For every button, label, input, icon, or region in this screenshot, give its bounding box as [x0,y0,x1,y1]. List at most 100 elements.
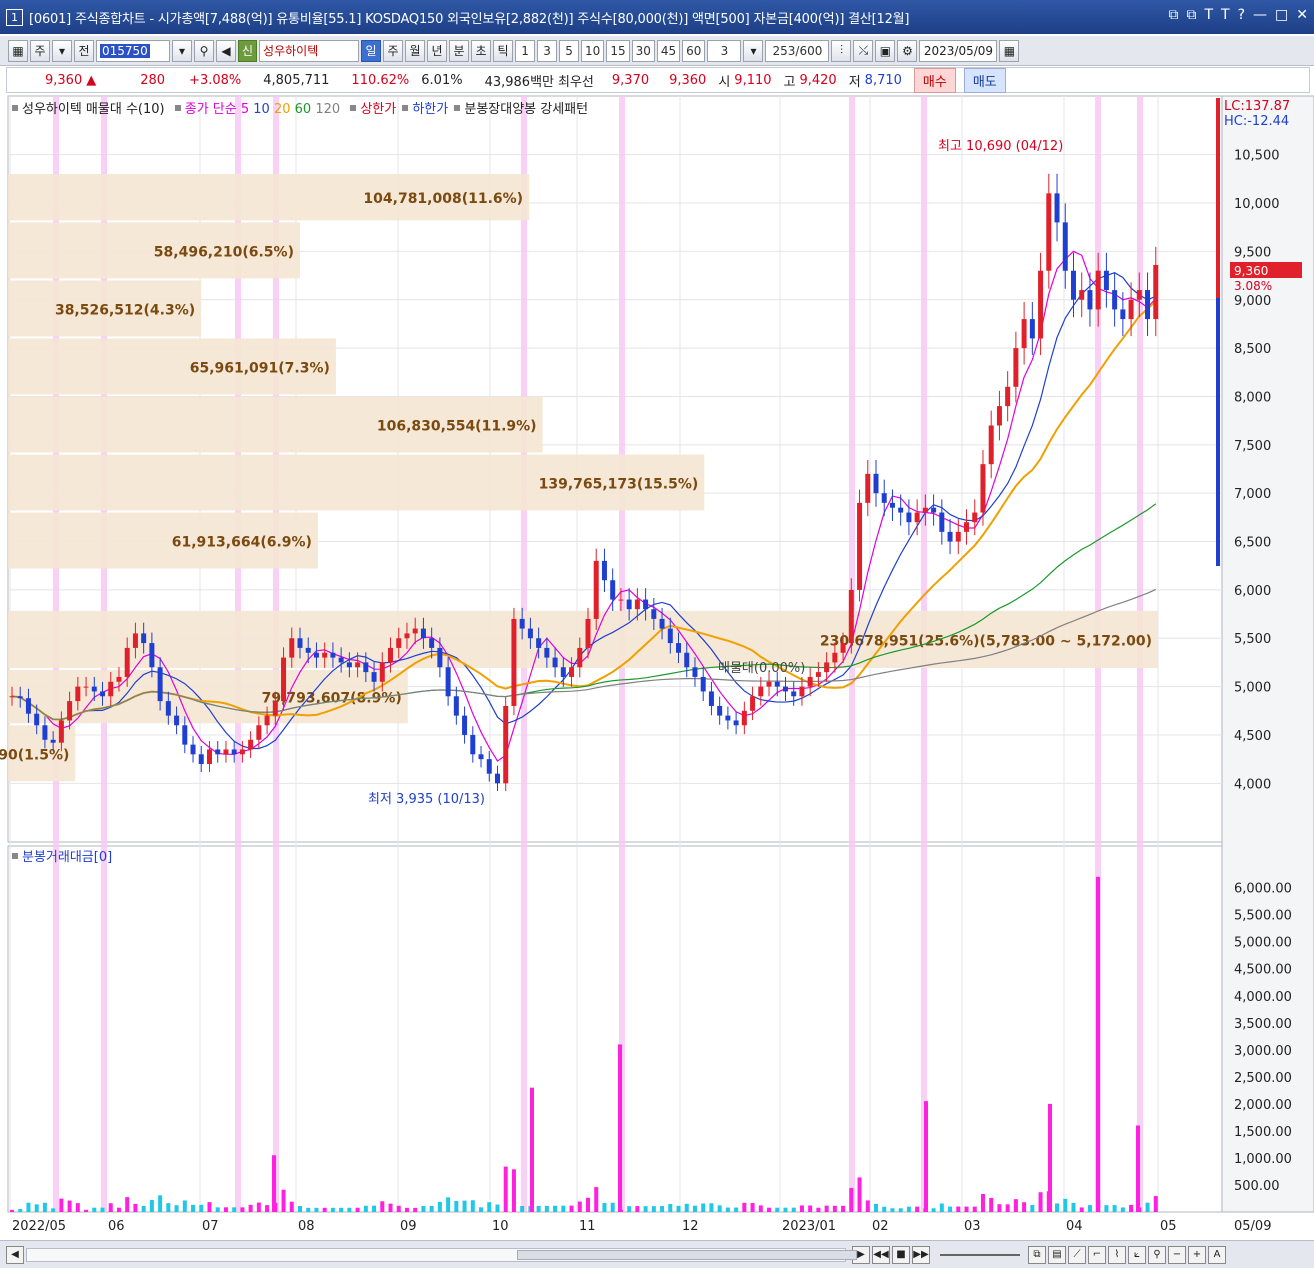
volume-bar [511,1169,516,1212]
interval-60[interactable]: 60 [682,39,706,62]
price-legend: 성우하이텍 매물대 수(10) 종가 단순 5 10 20 60 120 상한가… [10,98,588,117]
candle-body [939,512,945,532]
interval-1[interactable]: 1 [515,39,536,62]
candle-icon[interactable]: ⫶ [831,39,852,62]
volume-bar [116,1207,121,1212]
horizontal-scrollbar[interactable] [26,1247,857,1262]
stock-name: 성우하이텍 [259,39,360,62]
tool-icon-2[interactable]: ▤ [1048,1245,1066,1264]
period-day[interactable]: 일 [361,39,382,62]
count-input[interactable]: 253/600 [765,39,830,62]
x-tick-label: 08 [298,1219,315,1234]
zoom-icon[interactable]: ⚲ [1148,1245,1166,1264]
search-icon[interactable]: ⚲ [194,39,214,62]
y-tick-label: 7,000 [1234,487,1271,502]
legend-ma20[interactable]: 20 [274,102,291,117]
scroll-thumb[interactable] [517,1249,857,1260]
draw-tool-icon[interactable]: ⤯ [853,39,874,62]
period-week[interactable]: 주 [383,39,404,62]
date-input[interactable]: 2023/05/09 [919,39,998,62]
volume-bar [791,1207,796,1212]
volume-bar [857,1177,862,1212]
volume-bar [240,1207,245,1212]
cascade-icon[interactable]: ⧉ [1186,7,1196,23]
maximize-icon[interactable]: □ [1275,7,1288,23]
candle-body [355,662,361,668]
speaker-icon[interactable]: ◀ [216,39,236,62]
tool-icon-6[interactable]: ⟀ [1128,1245,1146,1264]
pin-icon[interactable]: T [1204,7,1213,23]
interval-3[interactable]: 3 [537,39,558,62]
x-tick-label: 07 [202,1219,219,1234]
forward-icon[interactable]: ▶▶ [912,1245,930,1264]
chart-area[interactable]: 10,500 10,000 9,500 9,000 8,500 8,000 7,500 7,0… [0,94,1314,1242]
open-price: 9,110 [734,72,772,88]
gear-icon[interactable]: ⚙ [897,39,918,62]
candle-body [165,701,171,716]
buy-button[interactable]: 매수 [913,67,956,93]
legend-volume-amount[interactable]: 분봉거래대금[0] [22,850,112,865]
interval-45[interactable]: 45 [656,39,681,62]
volume-bar [997,1204,1002,1212]
candle-body [972,512,978,523]
period-tick[interactable]: 틱 [493,39,514,62]
zoom-slider[interactable] [940,1253,1020,1256]
period-minute[interactable]: 분 [449,39,470,62]
interval-15[interactable]: 15 [606,39,630,62]
market-select[interactable]: 주 [30,39,50,62]
legend-ma10[interactable]: 10 [253,102,270,117]
stop-icon[interactable]: ■ [892,1245,910,1264]
prev-button[interactable]: 전 [74,39,94,62]
legend-ma120[interactable]: 120 [315,102,340,117]
candle-body [404,633,410,639]
candle-body [198,754,204,764]
volume-bar [59,1198,64,1212]
legend-volume-profile[interactable]: 성우하이텍 매물대 수(10) [22,102,165,117]
tool-icon-4[interactable]: ⌐ [1088,1245,1106,1264]
interval-5[interactable]: 5 [559,39,580,62]
period-month[interactable]: 월 [405,39,426,62]
stock-code-input[interactable]: 015750 [96,39,170,62]
minus-icon[interactable]: − [1168,1245,1186,1264]
close-icon[interactable]: ✕ [1296,7,1308,23]
interval-10[interactable]: 10 [581,39,605,62]
font-icon[interactable]: T [1221,7,1230,23]
legend-upper[interactable]: 상한가 [360,102,396,117]
low-price: 8,710 [864,72,902,88]
volume-bar [972,1206,977,1212]
bid-price: 9,360 [669,72,707,88]
volume-bar [594,1187,599,1212]
stock-chart[interactable]: 10,500 10,000 9,500 9,000 8,500 8,000 7,500 7,0… [0,94,1314,1242]
plus-icon[interactable]: + [1188,1245,1206,1264]
layout-icon[interactable]: ▦ [8,39,28,62]
tool-icon-5[interactable]: ⌇ [1108,1245,1126,1264]
text-icon[interactable]: A [1208,1245,1226,1264]
rewind-icon[interactable]: ◀◀ [872,1245,890,1264]
tool-icon-1[interactable]: ⧉ [1028,1245,1046,1264]
help-icon[interactable]: ? [1238,7,1245,23]
sell-button[interactable]: 매도 [963,67,1006,93]
minimize-icon[interactable]: — [1253,7,1267,23]
interval-30[interactable]: 30 [631,39,655,62]
candle-body [1021,319,1027,349]
scroll-left-icon[interactable]: ◀ [6,1245,24,1264]
code-dropdown-icon[interactable]: ▾ [172,39,192,62]
period-year[interactable]: 년 [427,39,448,62]
legend-ma5[interactable]: 5 [241,102,249,117]
interval-input[interactable]: 3 [707,39,742,62]
calendar-icon[interactable]: ▦ [999,39,1020,62]
legend-lower[interactable]: 하한가 [412,102,448,117]
period-second[interactable]: 초 [471,39,492,62]
legend-pattern[interactable]: 분봉장대양봉 강세패턴 [464,102,588,117]
candle-body [1046,193,1052,271]
dropdown-icon[interactable]: ▾ [52,39,72,62]
restore-icon[interactable]: ⧉ [1168,7,1178,23]
candle-body [470,734,476,755]
legend-ma60[interactable]: 60 [295,102,312,117]
credit-badge[interactable]: 신 [238,39,258,62]
legend-ma-label[interactable]: 종가 단순 [185,102,237,117]
interval-dropdown-icon[interactable]: ▾ [743,39,764,62]
tool-icon-3[interactable]: ⟋ [1068,1245,1086,1264]
save-icon[interactable]: ▣ [875,39,896,62]
volume-bar [215,1207,220,1212]
